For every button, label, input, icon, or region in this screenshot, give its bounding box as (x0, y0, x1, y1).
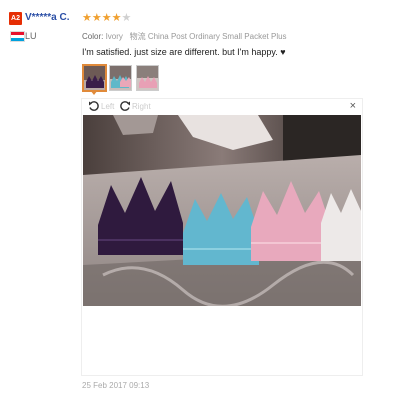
reviewer-country: LU (25, 31, 37, 41)
star-icon: ★ (101, 12, 112, 24)
star-icon: ★ (91, 12, 102, 24)
star-empty-icon: ★ (121, 12, 132, 24)
viewer-toolbar: Left Right × (82, 99, 362, 115)
star-rating: ★★★★★ (82, 11, 131, 24)
review-text: I'm satisfied. just size are different. … (82, 47, 286, 57)
image-viewer: Left Right × (81, 98, 363, 376)
rotate-left-icon (88, 100, 100, 112)
rotate-left-label: Left (101, 101, 115, 111)
color-value: Ivory (105, 32, 123, 41)
rotate-left-button[interactable]: Left (88, 100, 114, 112)
review-date: 25 Feb 2017 09:13 (82, 381, 150, 390)
rotate-right-label: Right (132, 101, 151, 111)
selected-thumbnail-caret (90, 90, 98, 95)
reviewer-level-badge: A2 (9, 12, 22, 25)
order-info: Color: Ivory 物流 China Post Ordinary Smal… (82, 31, 287, 42)
star-icon: ★ (111, 12, 122, 24)
review-thumbnail-2[interactable] (109, 65, 132, 91)
rotate-right-button[interactable]: Right (119, 100, 151, 112)
logistics-label: 物流 (129, 32, 146, 41)
shipping-method: China Post Ordinary Small Packet Plus (147, 32, 287, 41)
country-flag-icon (10, 31, 25, 42)
star-icon: ★ (82, 12, 92, 24)
review-photo (83, 115, 361, 306)
rotate-right-icon (119, 100, 131, 112)
reviewer-name[interactable]: V*****a C. (25, 12, 69, 23)
close-icon[interactable]: × (350, 100, 356, 112)
review-thumbnail-3[interactable] (136, 65, 159, 91)
review-thumbnail-1[interactable] (82, 64, 107, 92)
color-label: Color: (82, 32, 104, 41)
